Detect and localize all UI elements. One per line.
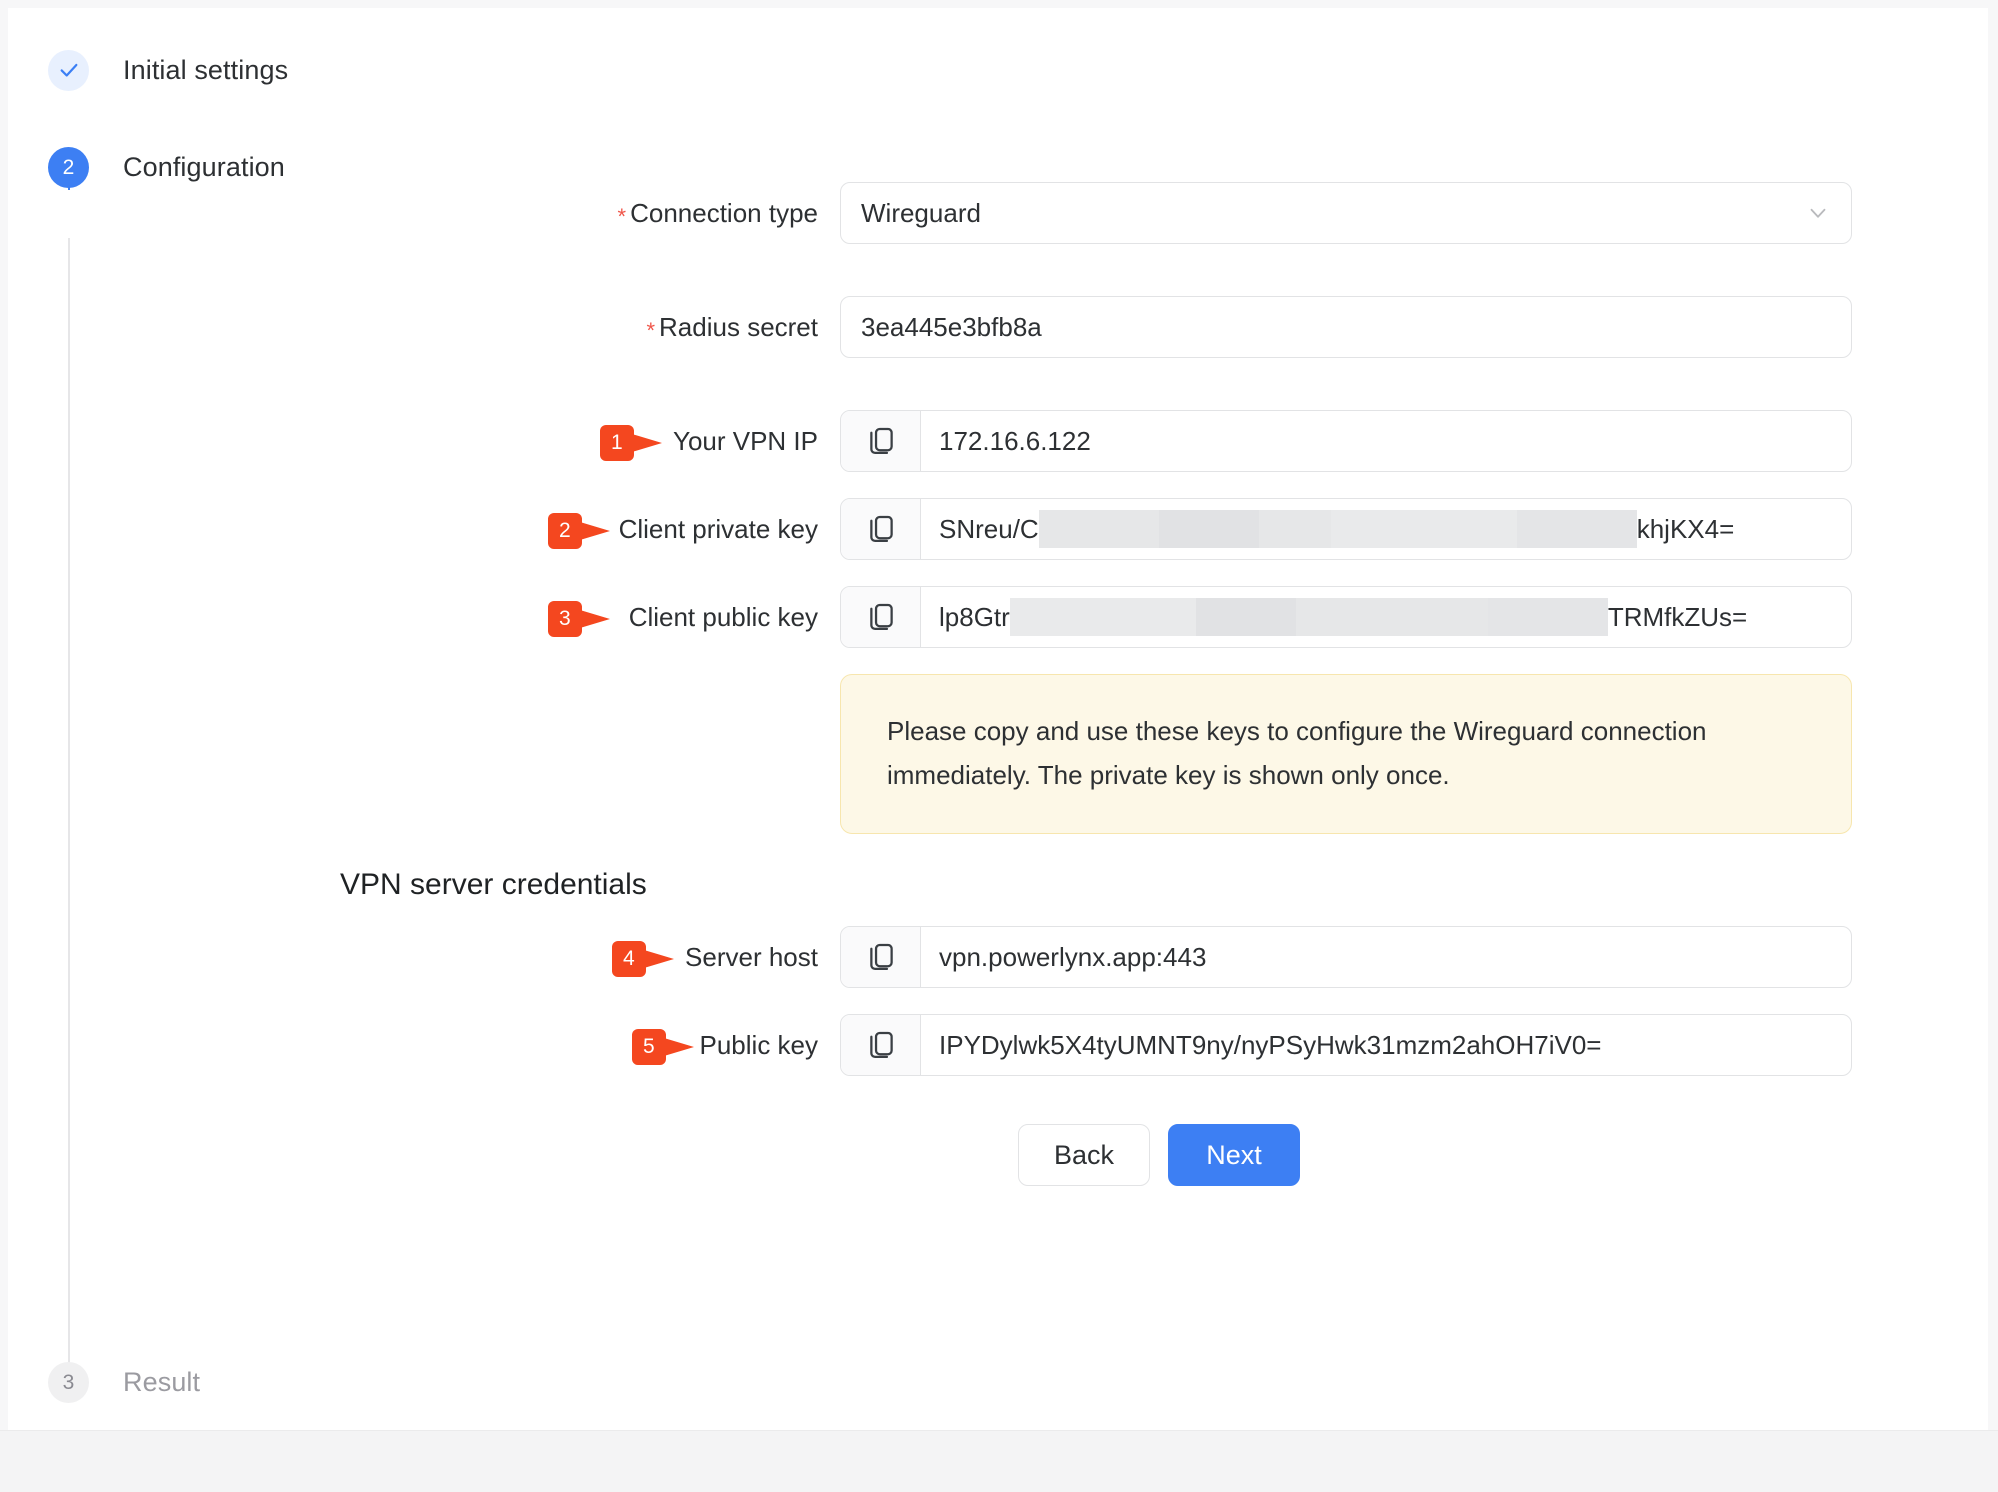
connection-type-select[interactable]: Wireguard <box>840 182 1852 244</box>
redaction-block <box>1195 598 1296 636</box>
client-private-key-value[interactable]: SNreu/C khjKX4= <box>921 499 1851 559</box>
client-private-key-suffix: khjKX4= <box>1636 513 1735 544</box>
radius-secret-value: 3ea445e3bfb8a <box>861 311 1042 342</box>
field-row-connection-type: * Connection type Wireguard <box>0 182 1998 248</box>
server-public-key-input-group: IPYDylwk5X4tyUMNT9ny/nyPSyHwk31mzm2ahOH7… <box>840 1014 1852 1076</box>
stepper-item-result[interactable]: 3 Result <box>48 1362 200 1403</box>
redaction-block <box>1415 598 1488 636</box>
step-indicator-done <box>48 49 89 91</box>
section-title: VPN server credentials <box>340 868 647 901</box>
control-vpn-ip: 172.16.6.122 <box>840 410 1852 472</box>
back-button[interactable]: Back <box>1018 1124 1150 1186</box>
configuration-form: * Connection type Wireguard * Radius secre… <box>0 182 1998 1186</box>
copy-icon[interactable] <box>841 927 921 987</box>
redaction-block <box>1038 510 1159 548</box>
client-public-key-prefix: lp8Gtr <box>939 601 1010 632</box>
copy-icon[interactable] <box>841 411 921 471</box>
stepper-label-configuration: Configuration <box>123 151 285 182</box>
radius-secret-input[interactable]: 3ea445e3bfb8a <box>840 296 1852 358</box>
control-radius-secret: 3ea445e3bfb8a <box>840 296 1852 358</box>
control-connection-type: Wireguard <box>840 182 1852 244</box>
control-client-public-key: lp8Gtr TRMfkZUs= <box>840 586 1852 648</box>
redaction-block <box>1516 510 1637 548</box>
label-vpn-ip: Your VPN IP <box>672 426 818 456</box>
client-private-key-input-group: SNreu/C khjKX4= <box>840 498 1852 560</box>
window-chrome-top <box>0 0 1998 8</box>
field-row-server-public-key: 5 Public key IPYDylwk5X4tyUMNT9ny/nyPSyH… <box>0 1014 1998 1076</box>
redaction-block <box>1158 510 1259 548</box>
client-public-key-suffix: TRMfkZUs= <box>1607 601 1748 632</box>
label-text-connection-type: Connection type <box>630 198 818 228</box>
redaction-block <box>1009 598 1196 636</box>
redaction-block <box>1330 510 1517 548</box>
label-server-host: Server host <box>685 942 818 972</box>
keys-warning-notice: Please copy and use these keys to config… <box>840 674 1852 834</box>
field-row-client-private-key: 2 Client private key SNreu/C khjKX4= <box>0 498 1998 560</box>
client-public-key-input-group: lp8Gtr TRMfkZUs= <box>840 586 1852 648</box>
server-public-key-value[interactable]: IPYDylwk5X4tyUMNT9ny/nyPSyHwk31mzm2ahOH7… <box>921 1015 1851 1075</box>
field-row-radius-secret: * Radius secret 3ea445e3bfb8a <box>0 296 1998 362</box>
label-radius-secret: * Radius secret <box>0 296 840 362</box>
control-server-host: vpn.powerlynx.app:443 <box>840 926 1852 988</box>
step-indicator-idle: 3 <box>48 1362 89 1403</box>
required-asterisk: * <box>617 204 627 229</box>
field-row-vpn-ip: 1 Your VPN IP 172.16.6.122 <box>0 410 1998 472</box>
server-host-value[interactable]: vpn.powerlynx.app:443 <box>921 927 1851 987</box>
server-credentials-section-header: VPN server credentials <box>0 868 1998 902</box>
chevron-down-icon[interactable] <box>1805 200 1831 226</box>
field-row-server-host: 4 Server host vpn.powerlynx.app:443 <box>0 926 1998 988</box>
stepper-label-initial-settings: Initial settings <box>123 54 289 85</box>
check-icon <box>60 63 77 77</box>
label-client-public-key: Client public key <box>628 602 818 632</box>
copy-icon[interactable] <box>841 587 921 647</box>
vpn-ip-value[interactable]: 172.16.6.122 <box>921 411 1851 471</box>
copy-icon[interactable] <box>841 1015 921 1075</box>
wizard-stepper: Initial settings 2 Configuration <box>48 48 1948 1381</box>
connection-type-value: Wireguard <box>861 197 981 228</box>
control-client-private-key: SNreu/C khjKX4= <box>840 498 1852 560</box>
control-server-public-key: IPYDylwk5X4tyUMNT9ny/nyPSyHwk31mzm2ahOH7… <box>840 1014 1852 1076</box>
field-row-client-public-key: 3 Client public key lp8Gtr TRMfkZUs= <box>0 586 1998 648</box>
redaction-block <box>1258 510 1331 548</box>
label-text-radius-secret: Radius secret <box>659 312 818 342</box>
next-button[interactable]: Next <box>1168 1124 1300 1186</box>
stepper-label-result: Result <box>123 1367 201 1397</box>
server-host-input-group: vpn.powerlynx.app:443 <box>840 926 1852 988</box>
notice-row: Please copy and use these keys to config… <box>0 674 1998 834</box>
label-server-public-key: Public key <box>699 1030 819 1060</box>
client-public-key-value[interactable]: lp8Gtr TRMfkZUs= <box>921 587 1851 647</box>
wizard-footer-actions: Back Next <box>0 1124 1998 1186</box>
notice-spacer <box>0 674 840 834</box>
label-connection-type: * Connection type <box>0 182 840 248</box>
client-private-key-prefix: SNreu/C <box>939 513 1039 544</box>
required-asterisk: * <box>646 318 656 343</box>
label-client-private-key: Client private key <box>618 514 818 544</box>
vpn-ip-input-group: 172.16.6.122 <box>840 410 1852 472</box>
vpn-configuration-wizard-page: Initial settings 2 Configuration * Connec… <box>0 0 1998 1492</box>
copy-icon[interactable] <box>841 499 921 559</box>
redaction-block <box>1487 598 1608 636</box>
window-chrome-bottom <box>0 1430 1998 1492</box>
redaction-block <box>1295 598 1416 636</box>
stepper-item-initial-settings[interactable]: Initial settings <box>48 48 1948 92</box>
